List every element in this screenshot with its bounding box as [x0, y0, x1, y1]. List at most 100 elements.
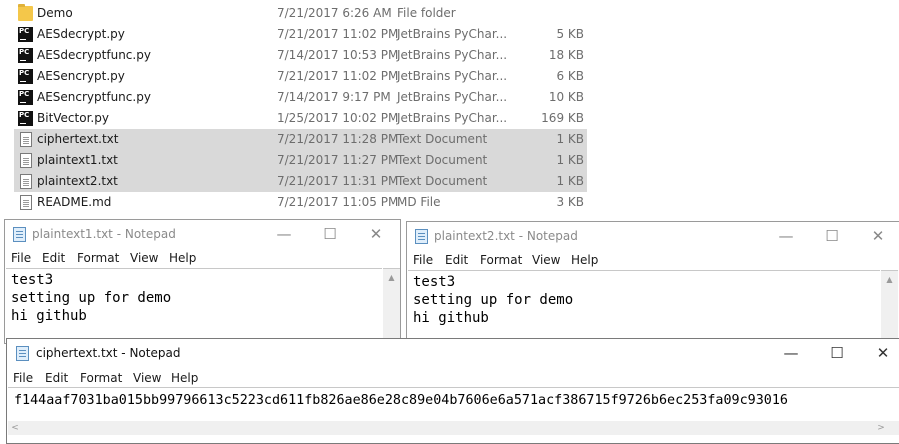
file-type: JetBrains PyChar... [397, 90, 508, 104]
notepad-window-plaintext1[interactable]: plaintext1.txt - Notepad — ☐ ✕ File Edit… [4, 219, 401, 344]
file-name: plaintext2.txt [37, 174, 118, 188]
menu-file[interactable]: File [413, 253, 433, 267]
file-type: JetBrains PyChar... [397, 48, 508, 62]
file-row[interactable]: plaintext1.txt 7/21/2017 11:27 PM Text Doc… [14, 150, 587, 171]
file-size: 1 KB [556, 132, 584, 146]
maximize-button[interactable]: ☐ [809, 222, 855, 250]
file-type: Text Document [397, 153, 488, 167]
file-row[interactable]: PC AESdecrypt.py 7/21/2017 11:02 PM JetBrai… [14, 24, 587, 45]
close-button[interactable]: ✕ [855, 222, 899, 250]
close-button[interactable]: ✕ [860, 339, 899, 367]
text-editor[interactable]: test3 setting up for demo hi github [408, 270, 880, 345]
vertical-scrollbar[interactable]: ▲ [383, 268, 400, 343]
menu-format[interactable]: Format [80, 371, 122, 385]
file-date-modified: 7/21/2017 11:27 PM [277, 153, 399, 167]
menu-view[interactable]: View [532, 253, 560, 267]
window-title: plaintext1.txt - Notepad [32, 227, 176, 241]
file-name: AESencryptfunc.py [37, 90, 151, 104]
maximize-button[interactable]: ☐ [307, 220, 353, 248]
close-button[interactable]: ✕ [353, 220, 399, 248]
file-size: 6 KB [556, 69, 584, 83]
file-name: AESencrypt.py [37, 69, 125, 83]
file-type: JetBrains PyChar... [397, 27, 508, 41]
file-type: JetBrains PyChar... [397, 69, 508, 83]
menu-help[interactable]: Help [171, 371, 198, 385]
editor-content[interactable]: test3 setting up for demo hi github [11, 271, 171, 325]
file-row[interactable]: plaintext2.txt 7/21/2017 11:31 PM Text Doc… [14, 171, 587, 192]
file-row[interactable]: PC AESdecryptfunc.py 7/14/2017 10:53 PM Jet… [14, 45, 587, 66]
file-name: Demo [37, 6, 73, 20]
window-title: plaintext2.txt - Notepad [434, 229, 578, 243]
minimize-button[interactable]: — [261, 220, 307, 248]
file-name: plaintext1.txt [37, 153, 118, 167]
file-size: 10 KB [548, 90, 584, 104]
pycharm-file-icon: PC [18, 69, 33, 84]
file-date-modified: 7/21/2017 11:31 PM [277, 174, 399, 188]
notepad-window-ciphertext[interactable]: ciphertext.txt - Notepad — ☐ ✕ File Edit… [6, 338, 899, 444]
file-type: Text Document [397, 132, 488, 146]
minimize-button[interactable]: — [768, 339, 814, 367]
text-editor[interactable]: test3 setting up for demo hi github [6, 268, 382, 343]
pycharm-file-icon: PC [18, 48, 33, 63]
notepad-window-plaintext2[interactable]: plaintext2.txt - Notepad — ☐ ✕ File Edit… [406, 221, 899, 346]
menu-format[interactable]: Format [480, 253, 522, 267]
file-explorer-list: Demo 7/21/2017 6:26 AM File folder PC AESdec… [0, 0, 899, 216]
scroll-left-arrow-icon[interactable]: < [8, 421, 22, 435]
notepad-icon [415, 229, 428, 244]
file-row[interactable]: PC AESencrypt.py 7/21/2017 11:02 PM JetBrai… [14, 66, 587, 87]
menu-edit[interactable]: Edit [445, 253, 468, 267]
title-bar[interactable]: plaintext1.txt - Notepad — ☐ ✕ [5, 220, 400, 248]
file-type: File folder [397, 6, 456, 20]
menu-file[interactable]: File [11, 251, 31, 265]
title-bar[interactable]: ciphertext.txt - Notepad — ☐ ✕ [7, 339, 899, 367]
menu-format[interactable]: Format [77, 251, 119, 265]
scroll-right-arrow-icon[interactable]: > [874, 421, 888, 435]
menu-edit[interactable]: Edit [42, 251, 65, 265]
title-bar[interactable]: plaintext2.txt - Notepad — ☐ ✕ [407, 222, 899, 250]
menu-help[interactable]: Help [169, 251, 196, 265]
pycharm-file-icon: PC [18, 90, 33, 105]
file-date-modified: 7/21/2017 11:28 PM [277, 132, 399, 146]
menu-edit[interactable]: Edit [45, 371, 68, 385]
file-row[interactable]: README.md 7/21/2017 11:05 PM MD File 3 KB [14, 192, 587, 213]
editor-content[interactable]: test3 setting up for demo hi github [413, 273, 573, 327]
file-date-modified: 7/21/2017 11:02 PM [277, 27, 399, 41]
file-row[interactable]: ciphertext.txt 7/21/2017 11:28 PM Text Doc… [14, 129, 587, 150]
menu-bar: File Edit Format View Help [5, 248, 400, 268]
menu-view[interactable]: View [133, 371, 161, 385]
file-size: 3 KB [556, 195, 584, 209]
file-date-modified: 1/25/2017 10:02 PM [277, 111, 399, 125]
menu-file[interactable]: File [13, 371, 33, 385]
menu-help[interactable]: Help [571, 253, 598, 267]
file-name: BitVector.py [37, 111, 109, 125]
file-date-modified: 7/14/2017 10:53 PM [277, 48, 399, 62]
vertical-scrollbar[interactable]: ▲ [881, 270, 898, 345]
file-type: JetBrains PyChar... [397, 111, 508, 125]
scroll-up-arrow-icon[interactable]: ▲ [383, 269, 400, 286]
maximize-button[interactable]: ☐ [814, 339, 860, 367]
text-file-icon [20, 153, 32, 168]
editor-content[interactable]: f144aaf7031ba015bb99796613c5223cd611fb82… [14, 392, 788, 410]
file-row[interactable]: PC AESencryptfunc.py 7/14/2017 9:17 PM JetB… [14, 87, 587, 108]
file-date-modified: 7/21/2017 11:02 PM [277, 69, 399, 83]
file-row[interactable]: Demo 7/21/2017 6:26 AM File folder [14, 3, 587, 24]
notepad-icon [16, 346, 29, 361]
notepad-icon [13, 227, 26, 242]
horizontal-scrollbar[interactable]: < > [8, 421, 899, 435]
file-name: AESdecryptfunc.py [37, 48, 151, 62]
file-date-modified: 7/21/2017 11:05 PM [277, 195, 399, 209]
scroll-up-arrow-icon[interactable]: ▲ [881, 271, 898, 288]
menu-view[interactable]: View [130, 251, 158, 265]
folder-icon [18, 4, 33, 21]
file-type: MD File [397, 195, 441, 209]
file-name: README.md [37, 195, 112, 209]
file-size: 18 KB [548, 48, 584, 62]
file-size: 1 KB [556, 174, 584, 188]
file-row[interactable]: PC BitVector.py 1/25/2017 10:02 PM JetBrain… [14, 108, 587, 129]
minimize-button[interactable]: — [763, 222, 809, 250]
menu-bar: File Edit Format View Help [407, 250, 899, 270]
text-file-icon [20, 174, 32, 189]
file-type: Text Document [397, 174, 488, 188]
file-name: AESdecrypt.py [37, 27, 125, 41]
window-title: ciphertext.txt - Notepad [36, 346, 181, 360]
